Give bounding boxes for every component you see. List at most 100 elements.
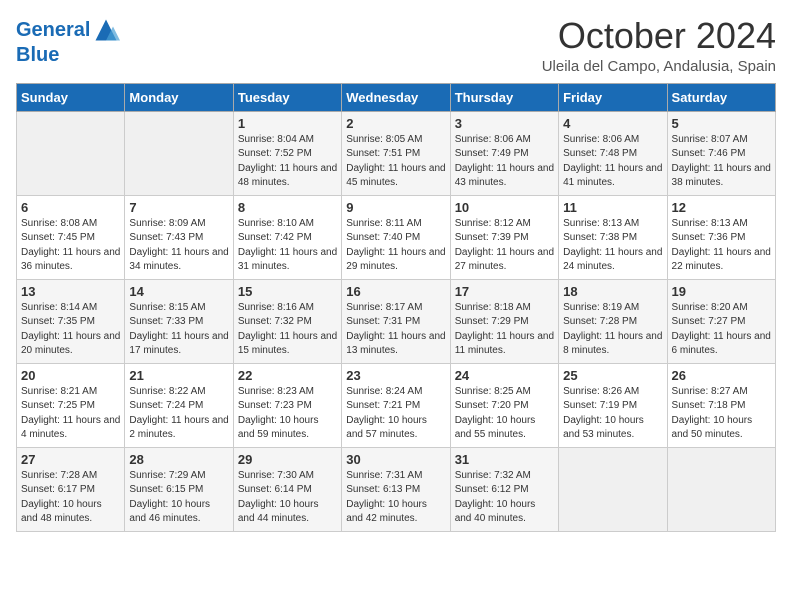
cell-content: Sunrise: 8:04 AMSunset: 7:52 PMDaylight:…: [238, 133, 337, 191]
calendar-cell: 17 Sunrise: 8:18 AMSunset: 7:29 PMDayligh…: [450, 279, 558, 363]
cell-content: Sunrise: 8:14 AMSunset: 7:35 PMDaylight:…: [21, 301, 120, 359]
cell-content: Sunrise: 7:30 AMSunset: 6:14 PMDaylight:…: [238, 469, 337, 527]
cell-content: Sunrise: 7:32 AMSunset: 6:12 PMDaylight:…: [455, 469, 554, 527]
day-number: 29: [238, 452, 337, 467]
cell-content: Sunrise: 8:18 AMSunset: 7:29 PMDaylight:…: [455, 301, 554, 359]
weekday-saturday: Saturday: [667, 83, 775, 111]
day-number: 4: [563, 116, 662, 131]
day-number: 20: [21, 368, 120, 383]
cell-content: Sunrise: 8:06 AMSunset: 7:48 PMDaylight:…: [563, 133, 662, 191]
day-number: 5: [672, 116, 771, 131]
calendar-cell: 23 Sunrise: 8:24 AMSunset: 7:21 PMDayligh…: [342, 363, 450, 447]
day-number: 28: [129, 452, 228, 467]
calendar-cell: [17, 111, 125, 195]
logo-icon: [92, 16, 120, 44]
day-number: 15: [238, 284, 337, 299]
day-number: 9: [346, 200, 445, 215]
calendar-cell: 18Sunrise: 8:19 AMSunset: 7:28 PMDayligh…: [559, 279, 667, 363]
weekday-wednesday: Wednesday: [342, 83, 450, 111]
weekday-sunday: Sunday: [17, 83, 125, 111]
cell-content: Sunrise: 7:28 AMSunset: 6:17 PMDaylight:…: [21, 469, 120, 527]
cell-content: Sunrise: 7:29 AMSunset: 6:15 PMDaylight:…: [129, 469, 228, 527]
calendar-cell: 30 Sunrise: 7:31 AMSunset: 6:13 PMDayligh…: [342, 447, 450, 531]
weekday-monday: Monday: [125, 83, 233, 111]
calendar-cell: [667, 447, 775, 531]
calendar-cell: 11Sunrise: 8:13 AMSunset: 7:38 PMDayligh…: [559, 195, 667, 279]
week-row-5: 27 Sunrise: 7:28 AMSunset: 6:17 PMDayligh…: [17, 447, 776, 531]
calendar-cell: 19Sunrise: 8:20 AMSunset: 7:27 PMDayligh…: [667, 279, 775, 363]
cell-content: Sunrise: 8:12 AMSunset: 7:39 PMDaylight:…: [455, 217, 554, 275]
day-number: 11: [563, 200, 662, 215]
cell-content: Sunrise: 8:16 AMSunset: 7:32 PMDaylight:…: [238, 301, 337, 359]
calendar-cell: 25 Sunrise: 8:26 AMSunset: 7:19 PMDayligh…: [559, 363, 667, 447]
calendar-cell: 13 Sunrise: 8:14 AMSunset: 7:35 PMDayligh…: [17, 279, 125, 363]
week-row-4: 20 Sunrise: 8:21 AMSunset: 7:25 PMDayligh…: [17, 363, 776, 447]
calendar-cell: 7 Sunrise: 8:09 AMSunset: 7:43 PMDaylight…: [125, 195, 233, 279]
day-number: 27: [21, 452, 120, 467]
page-header: General Blue October 2024 Uleila del Cam…: [16, 16, 776, 75]
calendar-cell: 5Sunrise: 8:07 AMSunset: 7:46 PMDaylight…: [667, 111, 775, 195]
day-number: 23: [346, 368, 445, 383]
day-number: 8: [238, 200, 337, 215]
logo-blue: Blue: [16, 44, 120, 66]
calendar-cell: 29 Sunrise: 7:30 AMSunset: 6:14 PMDayligh…: [233, 447, 341, 531]
weekday-tuesday: Tuesday: [233, 83, 341, 111]
calendar-cell: 10 Sunrise: 8:12 AMSunset: 7:39 PMDayligh…: [450, 195, 558, 279]
cell-content: Sunrise: 8:25 AMSunset: 7:20 PMDaylight:…: [455, 385, 554, 443]
day-number: 3: [455, 116, 554, 131]
cell-content: Sunrise: 8:09 AMSunset: 7:43 PMDaylight:…: [129, 217, 228, 275]
cell-content: Sunrise: 8:05 AMSunset: 7:51 PMDaylight:…: [346, 133, 445, 191]
cell-content: Sunrise: 8:23 AMSunset: 7:23 PMDaylight:…: [238, 385, 337, 443]
cell-content: Sunrise: 7:31 AMSunset: 6:13 PMDaylight:…: [346, 469, 445, 527]
cell-content: Sunrise: 8:24 AMSunset: 7:21 PMDaylight:…: [346, 385, 445, 443]
calendar-table: SundayMondayTuesdayWednesdayThursdayFrid…: [16, 83, 776, 532]
week-row-1: 1 Sunrise: 8:04 AMSunset: 7:52 PMDaylight…: [17, 111, 776, 195]
day-number: 22: [238, 368, 337, 383]
calendar-cell: 4 Sunrise: 8:06 AMSunset: 7:48 PMDaylight…: [559, 111, 667, 195]
calendar-cell: 9Sunrise: 8:11 AMSunset: 7:40 PMDaylight…: [342, 195, 450, 279]
cell-content: Sunrise: 8:21 AMSunset: 7:25 PMDaylight:…: [21, 385, 120, 443]
calendar-cell: 21Sunrise: 8:22 AMSunset: 7:24 PMDayligh…: [125, 363, 233, 447]
calendar-cell: 8 Sunrise: 8:10 AMSunset: 7:42 PMDaylight…: [233, 195, 341, 279]
calendar-cell: [125, 111, 233, 195]
cell-content: Sunrise: 8:13 AMSunset: 7:36 PMDaylight:…: [672, 217, 771, 275]
cell-content: Sunrise: 8:10 AMSunset: 7:42 PMDaylight:…: [238, 217, 337, 275]
day-number: 13: [21, 284, 120, 299]
day-number: 18: [563, 284, 662, 299]
day-number: 7: [129, 200, 228, 215]
day-number: 30: [346, 452, 445, 467]
calendar-cell: 27 Sunrise: 7:28 AMSunset: 6:17 PMDayligh…: [17, 447, 125, 531]
calendar-cell: 20 Sunrise: 8:21 AMSunset: 7:25 PMDayligh…: [17, 363, 125, 447]
cell-content: Sunrise: 8:22 AMSunset: 7:24 PMDaylight:…: [129, 385, 228, 443]
cell-content: Sunrise: 8:26 AMSunset: 7:19 PMDaylight:…: [563, 385, 662, 443]
calendar-cell: 1 Sunrise: 8:04 AMSunset: 7:52 PMDaylight…: [233, 111, 341, 195]
day-number: 26: [672, 368, 771, 383]
calendar-cell: 31 Sunrise: 7:32 AMSunset: 6:12 PMDayligh…: [450, 447, 558, 531]
logo-text: General: [16, 19, 90, 41]
day-number: 17: [455, 284, 554, 299]
logo: General Blue: [16, 16, 120, 66]
calendar-cell: 2 Sunrise: 8:05 AMSunset: 7:51 PMDaylight…: [342, 111, 450, 195]
day-number: 16: [346, 284, 445, 299]
calendar-cell: 16Sunrise: 8:17 AMSunset: 7:31 PMDayligh…: [342, 279, 450, 363]
day-number: 12: [672, 200, 771, 215]
day-number: 14: [129, 284, 228, 299]
calendar-cell: 12 Sunrise: 8:13 AMSunset: 7:36 PMDayligh…: [667, 195, 775, 279]
cell-content: Sunrise: 8:27 AMSunset: 7:18 PMDaylight:…: [672, 385, 771, 443]
cell-content: Sunrise: 8:08 AMSunset: 7:45 PMDaylight:…: [21, 217, 120, 275]
day-number: 25: [563, 368, 662, 383]
calendar-cell: 26 Sunrise: 8:27 AMSunset: 7:18 PMDayligh…: [667, 363, 775, 447]
calendar-cell: 3Sunrise: 8:06 AMSunset: 7:49 PMDaylight…: [450, 111, 558, 195]
weekday-thursday: Thursday: [450, 83, 558, 111]
location: Uleila del Campo, Andalusia, Spain: [542, 58, 776, 75]
calendar-cell: [559, 447, 667, 531]
week-row-3: 13 Sunrise: 8:14 AMSunset: 7:35 PMDayligh…: [17, 279, 776, 363]
day-number: 24: [455, 368, 554, 383]
day-number: 10: [455, 200, 554, 215]
week-row-2: 6Sunrise: 8:08 AMSunset: 7:45 PMDaylight…: [17, 195, 776, 279]
calendar-cell: 24 Sunrise: 8:25 AMSunset: 7:20 PMDayligh…: [450, 363, 558, 447]
day-number: 31: [455, 452, 554, 467]
day-number: 2: [346, 116, 445, 131]
calendar-cell: 22 Sunrise: 8:23 AMSunset: 7:23 PMDayligh…: [233, 363, 341, 447]
day-number: 1: [238, 116, 337, 131]
